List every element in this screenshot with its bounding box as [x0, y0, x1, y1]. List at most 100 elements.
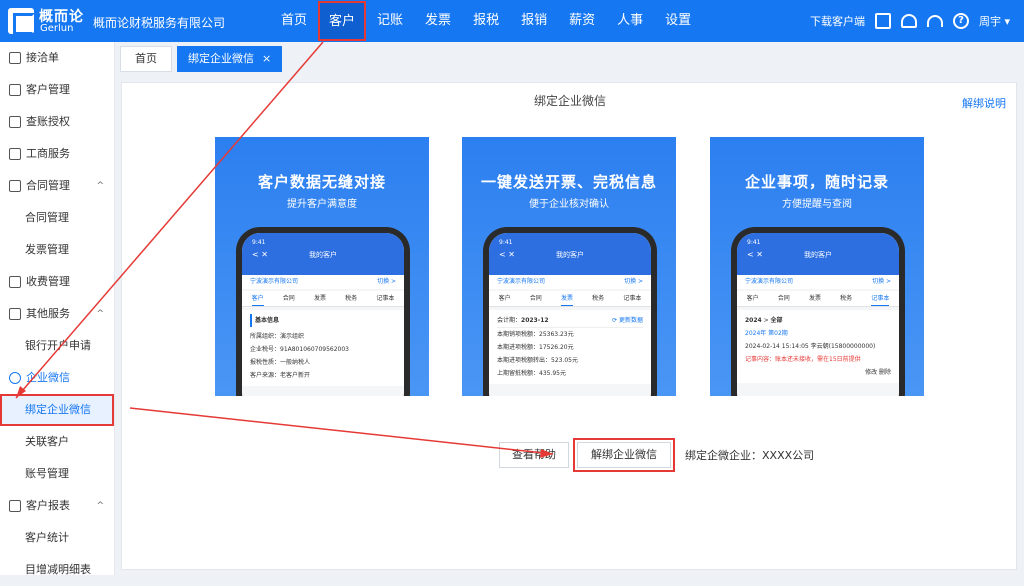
phone-row: 企业税号：91A801060709562003 — [250, 346, 350, 353]
nav-home[interactable]: 首页 — [270, 0, 318, 42]
top-right-tools: 下载客户端 ? 周宇 ▾ — [810, 0, 1010, 42]
phone-tab: 记事本 — [871, 291, 890, 306]
phone-tab: 记事本 — [623, 295, 642, 302]
sidebar-item-label: 发票管理 — [25, 243, 69, 256]
phone-mockup: 9:41 < ✕ 我的客户 宁波演示有限公司 切换 > 客户 合同 发票 税务 记事本 202… — [731, 227, 905, 396]
main-panel: 绑定企业微信 解绑说明 客户数据无缝对接 提升客户满意度 9:41 < ✕ 我的客户… — [121, 82, 1017, 570]
sidebar-item[interactable]: 账号管理 — [0, 458, 114, 490]
main-nav: 首页 客户 记账 发票 报税 报销 薪资 人事 设置 — [270, 0, 702, 42]
logo-subtext: Gerlun — [40, 23, 74, 34]
sidebar-item[interactable]: 收费管理 — [0, 266, 114, 298]
sidebar-item[interactable]: 银行开户申请 — [0, 330, 114, 362]
bound-company-info: 绑定企微企业：XXXX公司 — [685, 447, 814, 463]
sidebar-item[interactable]: 其他服务 ^ — [0, 298, 114, 330]
nav-settings[interactable]: 设置 — [654, 0, 702, 42]
tab-home[interactable]: 首页 — [120, 46, 172, 72]
nav-salary[interactable]: 薪资 — [558, 0, 606, 42]
sidebar-item-label: 关联客户 — [25, 435, 69, 448]
phone-time: 9:41 — [499, 239, 513, 246]
nav-hr[interactable]: 人事 — [606, 0, 654, 42]
nav-tax[interactable]: 报税 — [462, 0, 510, 42]
user-menu[interactable]: 周宇 ▾ — [979, 13, 1010, 29]
sidebar-item[interactable]: 客户管理 — [0, 74, 114, 106]
phone-tab: 税务 — [592, 295, 605, 302]
phone-company: 宁波演示有限公司 — [250, 278, 299, 285]
card-subtitle: 方便提醒与查阅 — [782, 199, 852, 210]
sidebar-item[interactable]: 合同管理 — [0, 202, 114, 234]
nav-reimburse[interactable]: 报销 — [510, 0, 558, 42]
sidebar-item[interactable]: 合同管理 ^ — [0, 170, 114, 202]
card-subtitle: 便于企业核对确认 — [529, 199, 609, 210]
bound-company: XXXX公司 — [762, 449, 815, 462]
card-title: 客户数据无缝对接 — [257, 173, 386, 191]
sidebar-item-label: 企业微信 — [26, 371, 70, 384]
feature-card-1: 客户数据无缝对接 提升客户满意度 9:41 < ✕ 我的客户 宁波演示有限公司 切换 … — [215, 137, 429, 396]
sidebar-item[interactable]: 绑定企业微信 — [0, 394, 114, 426]
sidebar-item[interactable]: 接洽单 — [0, 42, 114, 74]
sidebar-item[interactable]: 企业微信 — [0, 362, 114, 394]
feature-card-2: 一键发送开票、完税信息 便于企业核对确认 9:41 < ✕ 我的客户 宁波演示有限公… — [462, 137, 676, 396]
fullscreen-icon[interactable] — [874, 13, 891, 29]
tab-bind-wecom[interactable]: 绑定企业微信 × — [177, 46, 283, 72]
phone-year: 2024 — [745, 317, 762, 324]
phone-row: 本期进项税额：17526.20元 — [497, 344, 574, 351]
tab-label: 绑定企业微信 — [188, 52, 254, 65]
phone-row: 报税性质：一般纳税人 — [250, 359, 311, 366]
headset-icon[interactable] — [926, 15, 943, 27]
logo[interactable]: 概而论 Gerlun — [8, 6, 88, 36]
card-subtitle: 提升客户满意度 — [287, 199, 357, 210]
phone-filter: 全部 — [770, 317, 783, 324]
sidebar-item-label: 接洽单 — [26, 51, 59, 64]
phone-row: 所属组织：演示组织 — [250, 333, 305, 340]
phone-period-label: 会计期： — [497, 317, 522, 324]
feature-card-3: 企业事项，随时记录 方便提醒与查阅 9:41 < ✕ 我的客户 宁波演示有限公司 切换… — [710, 137, 924, 396]
close-icon[interactable]: × — [262, 52, 271, 65]
sidebar-item[interactable]: 查账授权 — [0, 106, 114, 138]
sidebar-item-label: 查账授权 — [26, 115, 70, 128]
sidebar-item-label: 收费管理 — [26, 275, 70, 288]
unbind-wecom-button[interactable]: 解绑企业微信 — [573, 438, 675, 472]
sidebar-item[interactable]: 工商服务 — [0, 138, 114, 170]
top-bar: 概而论 Gerlun 概而论财税服务有限公司 首页 客户 记账 发票 报税 报销… — [0, 0, 1024, 42]
nav-bookkeeping[interactable]: 记账 — [366, 0, 414, 42]
card-title: 一键发送开票、完税信息 — [480, 173, 657, 191]
chevron-up-icon: ^ — [96, 501, 104, 511]
chevron-up-icon: ^ — [96, 309, 104, 319]
help-icon[interactable]: ? — [952, 13, 969, 29]
wechat-icon — [9, 372, 21, 384]
phone-tab: 客户 — [746, 295, 759, 302]
sidebar: 接洽单客户管理查账授权工商服务合同管理 ^ 合同管理发票管理收费管理其他服务 ^ 银行开… — [0, 42, 115, 576]
sidebar-item-label: 工商服务 — [26, 147, 70, 160]
sidebar-item-label: 目增减明细表 — [25, 563, 91, 576]
phone-tab: 税务 — [345, 295, 358, 302]
phone-switch: 切换 > — [872, 278, 891, 285]
sidebar-item[interactable]: 发票管理 — [0, 234, 114, 266]
phone-title: 我的客户 — [556, 251, 584, 259]
phone-tab: 合同 — [777, 295, 790, 302]
phone-switch: 切换 > — [377, 278, 396, 285]
phone-content: 记事内容：账本还未接收，需在15日前提供 — [745, 356, 861, 363]
company-name: 概而论财税服务有限公司 — [93, 16, 226, 30]
chart-icon — [9, 500, 21, 512]
unbind-help-link[interactable]: 解绑说明 — [962, 95, 1006, 111]
phone-time: 9:41 — [252, 239, 266, 246]
download-client-link[interactable]: 下载客户端 — [810, 13, 865, 29]
nav-customer[interactable]: 客户 — [318, 1, 367, 41]
sidebar-item[interactable]: 客户报表 ^ — [0, 490, 114, 522]
phone-period: 2023-12 — [521, 317, 549, 324]
bell-icon[interactable] — [900, 14, 917, 28]
sidebar-item[interactable]: 客户统计 — [0, 522, 114, 554]
sidebar-item[interactable]: 关联客户 — [0, 426, 114, 458]
phone-tab: 合同 — [282, 295, 295, 302]
yen-icon — [9, 276, 21, 288]
heart-icon — [9, 308, 21, 320]
page-tabs: 首页 绑定企业微信 × — [120, 46, 283, 72]
nav-invoice[interactable]: 发票 — [414, 0, 462, 42]
user-key-icon — [9, 116, 21, 128]
view-help-button[interactable]: 查看帮助 — [499, 442, 569, 468]
action-bar: 查看帮助 解绑企业微信 绑定企微企业：XXXX公司 — [499, 438, 814, 472]
sidebar-item-label: 客户管理 — [26, 83, 70, 96]
phone-row: 上期留抵税额：435.95元 — [497, 370, 566, 377]
phone-tab: 发票 — [560, 291, 573, 306]
sidebar-item[interactable]: 目增减明细表 — [0, 554, 114, 586]
